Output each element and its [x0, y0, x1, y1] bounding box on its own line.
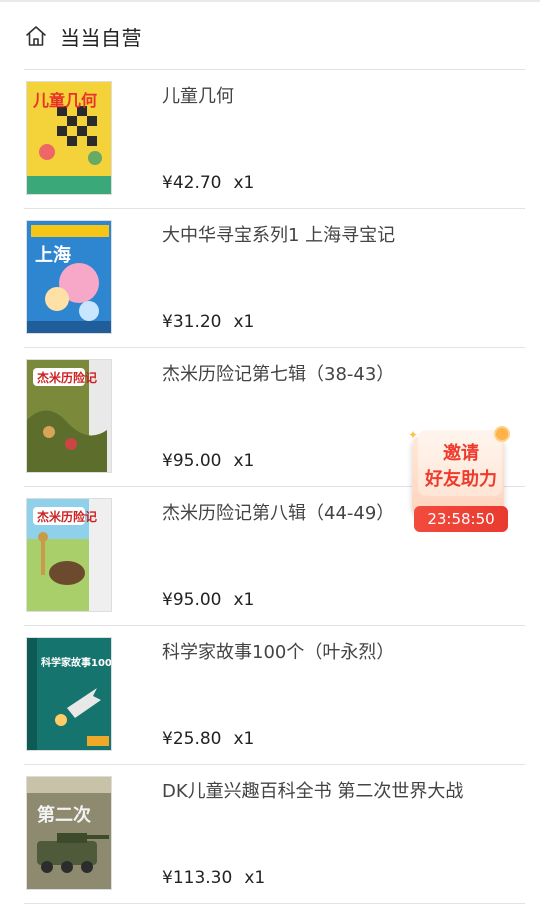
- cover-title: 第二次: [37, 804, 91, 826]
- sparkle-icon: ✦: [408, 428, 419, 442]
- order-item[interactable]: 科学家故事100个 科学家故事100个（叶永烈） ¥25.80 x1: [24, 625, 525, 764]
- item-title[interactable]: 儿童几何: [162, 85, 522, 109]
- cover-title: 上海: [35, 244, 71, 266]
- divider: [24, 903, 525, 904]
- item-quantity: x1: [233, 451, 255, 471]
- item-quantity: x1: [233, 173, 255, 193]
- price-line: ¥25.80 x1: [162, 729, 254, 749]
- item-quantity: x1: [244, 868, 266, 888]
- item-price: ¥113.30: [162, 868, 233, 888]
- book-cover-image[interactable]: 第二次: [26, 776, 112, 890]
- book-cover-image[interactable]: 杰米历险记: [26, 359, 112, 473]
- item-price: ¥95.00: [162, 590, 222, 610]
- coin-icon: [494, 426, 510, 442]
- book-cover-image[interactable]: 杰米历险记: [26, 498, 112, 612]
- price-line: ¥113.30 x1: [162, 868, 265, 888]
- item-title[interactable]: DK儿童兴趣百科全书 第二次世界大战: [162, 780, 522, 804]
- cover-title: 杰米历险记: [37, 370, 97, 385]
- book-cover-image[interactable]: 上海: [26, 220, 112, 334]
- item-quantity: x1: [233, 312, 255, 332]
- item-price: ¥95.00: [162, 451, 222, 471]
- cover-title: 儿童几何: [32, 91, 97, 110]
- item-title[interactable]: 大中华寻宝系列1 上海寻宝记: [162, 224, 522, 248]
- home-icon: [24, 24, 48, 48]
- item-quantity: x1: [233, 590, 255, 610]
- order-item[interactable]: 第二次 DK儿童兴趣百科全书 第二次世界大战 ¥113.30 x1: [24, 764, 525, 903]
- item-price: ¥42.70: [162, 173, 222, 193]
- countdown-timer: 23:58:50: [414, 506, 508, 532]
- order-detail-page: 当当自营 儿童几何 儿童几何 ¥42.70 x1 上海 大中华寻宝系列1 上海寻…: [0, 0, 540, 917]
- badge-line2: 好友助力: [425, 469, 497, 490]
- price-line: ¥42.70 x1: [162, 173, 254, 193]
- badge-line1: 邀请: [443, 443, 479, 464]
- invite-friends-badge[interactable]: ✦ 邀请 好友助力 23:58:50: [408, 426, 510, 532]
- item-title[interactable]: 杰米历险记第七辑（38-43）: [162, 363, 522, 387]
- item-title[interactable]: 科学家故事100个（叶永烈）: [162, 641, 522, 665]
- book-cover-image[interactable]: 儿童几何: [26, 81, 112, 195]
- item-price: ¥25.80: [162, 729, 222, 749]
- item-price: ¥31.20: [162, 312, 222, 332]
- price-line: ¥31.20 x1: [162, 312, 254, 332]
- store-name: 当当自营: [60, 25, 142, 50]
- order-item[interactable]: 儿童几何 儿童几何 ¥42.70 x1: [24, 69, 525, 208]
- store-header[interactable]: 当当自营: [24, 18, 142, 54]
- price-line: ¥95.00 x1: [162, 590, 254, 610]
- price-line: ¥95.00 x1: [162, 451, 254, 471]
- top-divider: [0, 0, 540, 2]
- cover-title: 科学家故事100个: [41, 656, 112, 669]
- item-quantity: x1: [233, 729, 255, 749]
- book-cover-image[interactable]: 科学家故事100个: [26, 637, 112, 751]
- cover-title: 杰米历险记: [37, 509, 97, 524]
- order-item[interactable]: 上海 大中华寻宝系列1 上海寻宝记 ¥31.20 x1: [24, 208, 525, 347]
